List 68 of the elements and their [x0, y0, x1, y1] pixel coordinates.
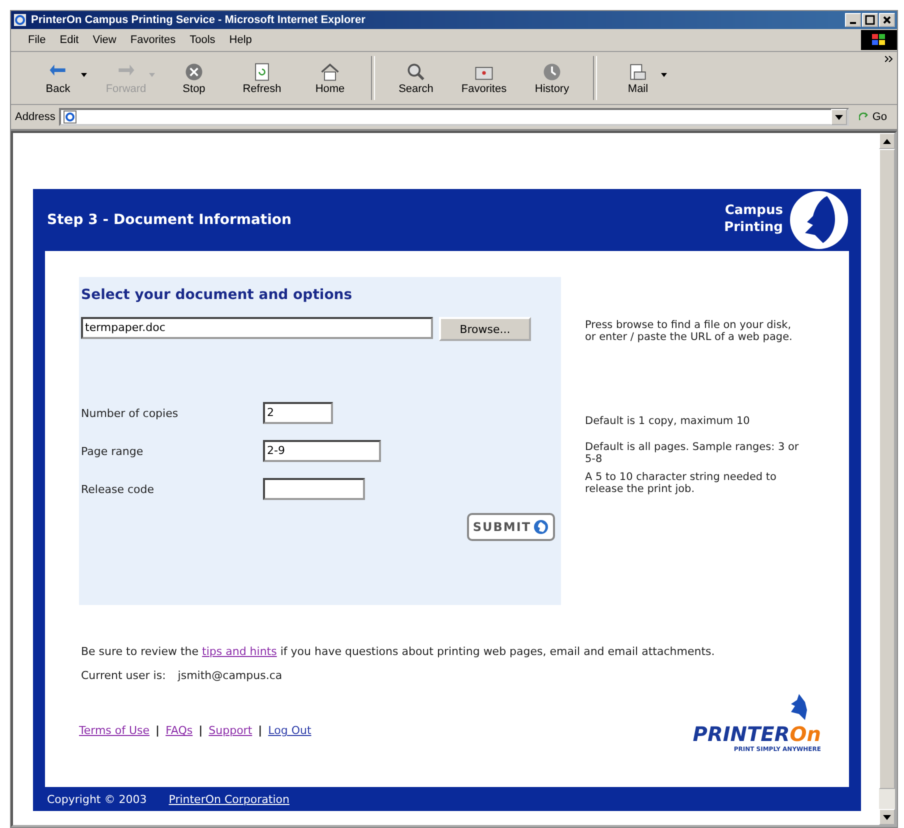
dropdown-button[interactable] [831, 109, 848, 125]
minimize-icon [850, 22, 856, 24]
input-field[interactable] [263, 478, 365, 500]
toolbar-button[interactable]: History [519, 61, 585, 95]
help-text: A 5 to 10 character string needed to release the print job. [585, 471, 778, 495]
logo-text: PRINTEROn [692, 722, 821, 746]
toolbar-button[interactable]: Favorites [451, 61, 517, 95]
menu-item[interactable]: Help [222, 32, 259, 48]
footer-link[interactable]: FAQs [166, 724, 193, 738]
input-field[interactable]: 2 [263, 402, 333, 424]
maximize-button[interactable] [862, 13, 878, 27]
windows-logo-icon [861, 30, 897, 50]
maximize-icon [865, 15, 875, 25]
separator-text: | [198, 724, 203, 738]
browse-button[interactable]: Browse... [439, 317, 531, 341]
file-input[interactable]: termpaper.doc [81, 317, 433, 339]
scroll-up-button[interactable] [879, 133, 895, 149]
form-title: Select your document and options [81, 287, 354, 303]
brand-text: Campus Printing [724, 203, 783, 237]
close-icon [882, 15, 892, 25]
menu-item[interactable]: Edit [52, 32, 86, 48]
footer-link[interactable]: Log Out [268, 724, 312, 738]
company-link[interactable]: PrinterOn Corporation [168, 792, 290, 806]
menu-item[interactable]: Tools [182, 32, 222, 48]
copyright-text: Copyright © 2003 [47, 792, 147, 806]
up-arrow-icon [883, 138, 891, 144]
menu-item[interactable]: File [21, 32, 53, 48]
close-button[interactable] [879, 13, 895, 27]
review-text: Be sure to review the tips and hints if you have questions about printing web pages, email and email attachments. [80, 645, 716, 660]
chevron-icon[interactable] [885, 56, 893, 62]
help-text: Default is all pages. Sample ranges: 3 or 5-8 [585, 441, 800, 465]
user-label: Current user is: [81, 669, 166, 682]
help-text: Default is 1 copy, maximum 10 [585, 415, 751, 427]
down-arrow-icon [883, 814, 891, 820]
user-email: jsmith@campus.ca [178, 669, 282, 682]
go-arrow-icon [859, 112, 870, 122]
browser-icon [13, 13, 27, 27]
field-label: Number of copies [81, 406, 180, 420]
window-title: PrinterOn Campus Printing Service - Microsoft Internet Explorer [31, 14, 366, 26]
footer-link[interactable]: Terms of Use [79, 724, 150, 738]
address-field[interactable] [59, 108, 850, 126]
field-label: Page range [81, 444, 144, 458]
minimize-button[interactable] [845, 13, 861, 27]
home-icon [318, 61, 342, 83]
page-heading: Step 3 - Document Information [46, 212, 292, 228]
scrollbar-thumb[interactable] [879, 149, 895, 789]
toolbar-button[interactable]: Mail [605, 61, 671, 95]
toolbar-button[interactable]: Search [383, 61, 449, 95]
page-icon [63, 110, 78, 124]
menu-item[interactable]: View [86, 32, 124, 48]
tips-link[interactable]: tips and hints [202, 645, 277, 658]
input-field[interactable]: 2-9 [263, 440, 381, 462]
toolbar-button[interactable]: Back [25, 61, 91, 95]
caret-icon [835, 114, 844, 120]
separator-text: | [156, 724, 160, 738]
footer-link[interactable]: Support [208, 724, 252, 738]
toolbar-button[interactable]: Refresh [229, 61, 295, 95]
separator-text: | [258, 724, 262, 738]
menu-item[interactable]: Favorites [123, 32, 183, 48]
help-text: Press browse to find a file on your disk, or enter / paste the URL of a web page. [585, 319, 794, 343]
field-label: Release code [81, 482, 156, 496]
address-label: Address [15, 111, 56, 123]
scroll-down-button[interactable] [879, 809, 895, 825]
go-button[interactable]: Go [853, 111, 893, 123]
submit-button[interactable]: SUBMIT [466, 513, 555, 541]
toolbar-button[interactable]: Home [297, 61, 363, 95]
figure-circle-icon [533, 519, 549, 535]
toolbar-button[interactable]: Stop [161, 61, 227, 95]
